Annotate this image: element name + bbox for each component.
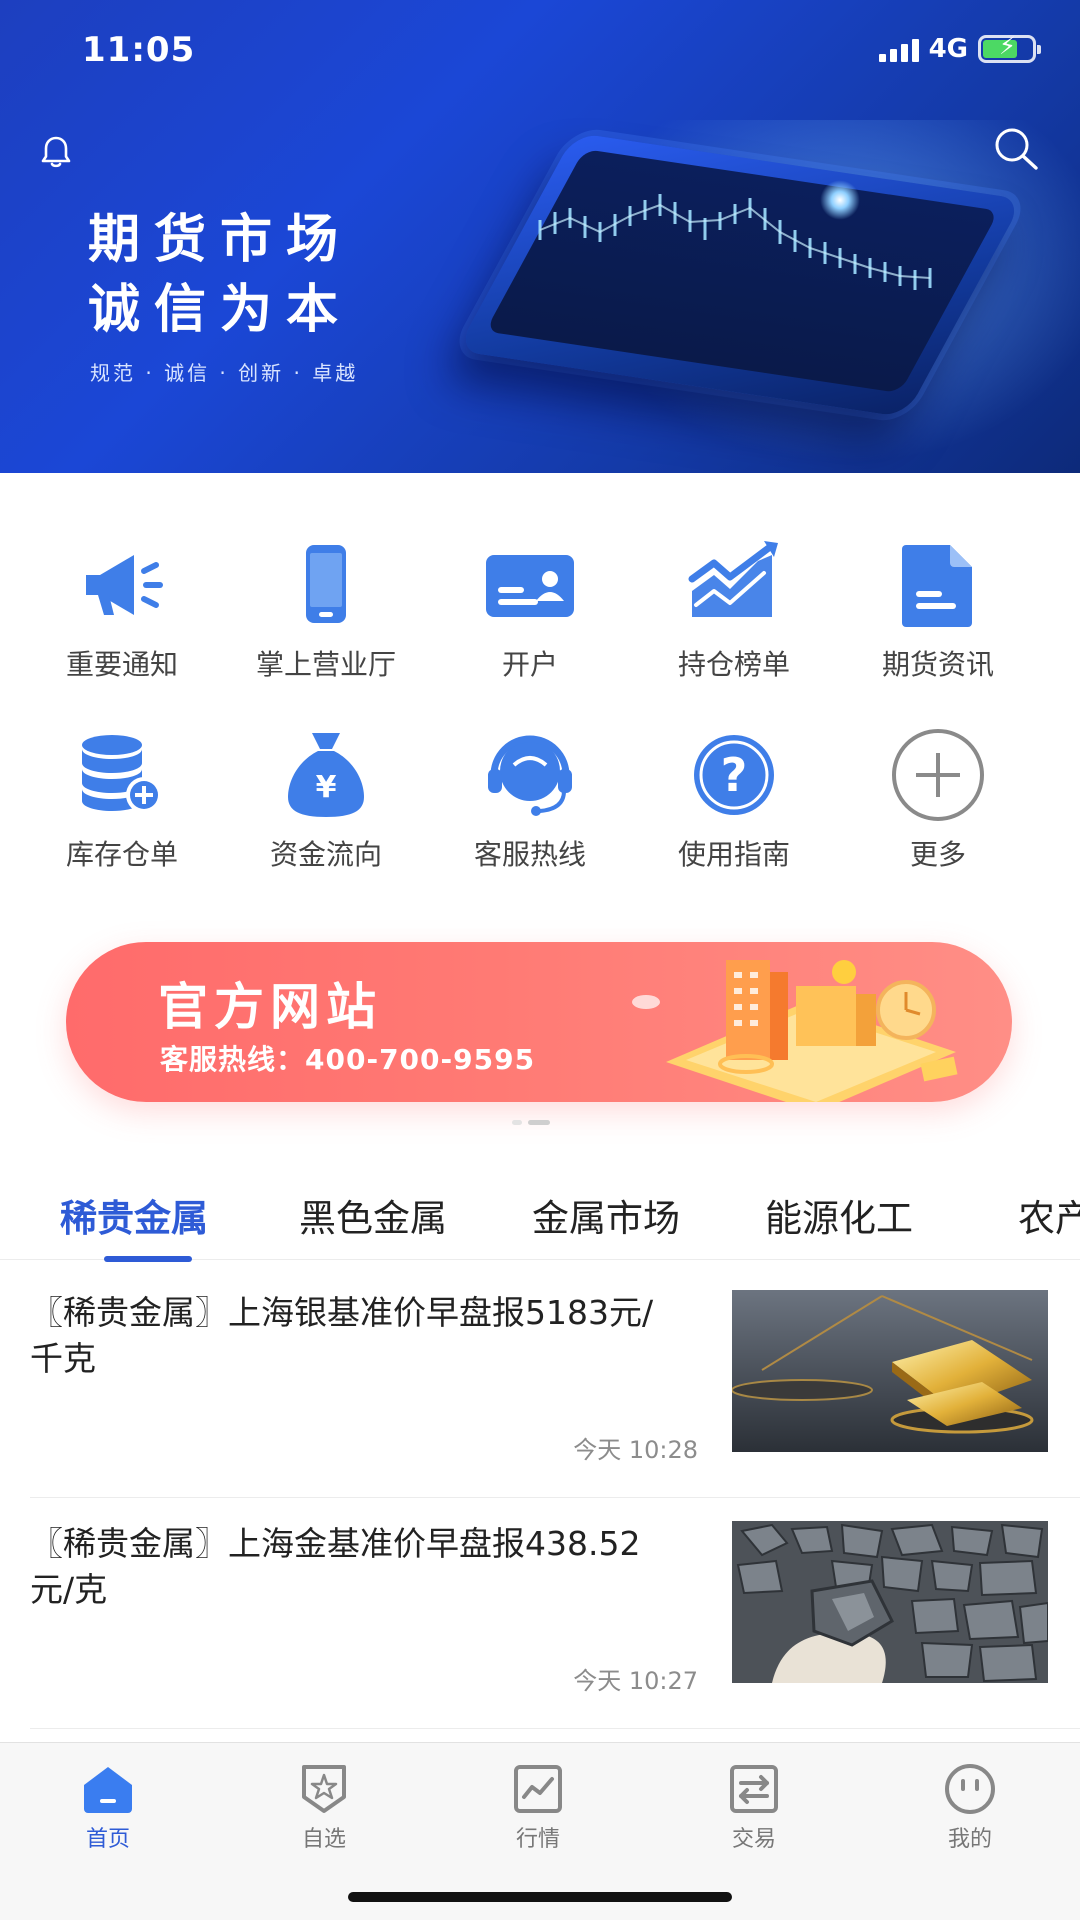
home-indicator[interactable] (348, 1892, 732, 1902)
star-shield-icon (302, 1765, 346, 1813)
plus-circle-icon (892, 729, 984, 821)
home-icon (84, 1767, 132, 1813)
nav-label: 我的 (947, 1827, 992, 1852)
nav-market[interactable]: 行情 (478, 1761, 598, 1853)
menu-fund-flow[interactable]: ¥ 资金流向 (224, 725, 428, 873)
menu-user-guide[interactable]: ? 使用指南 (632, 725, 836, 873)
menu-service-hotline[interactable]: 客服热线 (428, 725, 632, 873)
feature-row-1: 重要通知 掌上营业厅 开户 持仓榜单 期货资讯 (20, 535, 1060, 683)
ore-hand-image (732, 1521, 1048, 1683)
divider (30, 1728, 1080, 1729)
news-item[interactable]: 〖稀贵金属〗上海银基准价早盘报5183元/千克 今天 10:28 (0, 1268, 1080, 1498)
menu-label: 期货资讯 (881, 648, 994, 681)
nav-label: 交易 (731, 1827, 776, 1852)
menu-warehouse-receipt[interactable]: 库存仓单 (20, 725, 224, 873)
id-card-icon (486, 555, 574, 617)
phone-icon (306, 545, 346, 623)
megaphone-icon (86, 555, 163, 615)
profile-face-icon (945, 1764, 995, 1814)
status-time: 11:05 (82, 30, 196, 70)
feature-grid: 重要通知 掌上营业厅 开户 持仓榜单 期货资讯 库存仓单 ¥ 资金流向 客服热线… (20, 535, 1060, 873)
network-type: 4G (928, 34, 968, 64)
menu-label: 客服热线 (473, 838, 586, 871)
chart-line-icon (514, 1765, 562, 1813)
nav-label: 自选 (301, 1827, 346, 1852)
money-bag-icon: ¥ (288, 733, 364, 817)
hero-title-line1: 期货市场 (88, 210, 353, 270)
hero-banner[interactable]: 11:05 4G ⚡ 期货市场 诚信为本 规范 · 诚信 · 创新 · 卓越 (0, 0, 1080, 473)
banner-hotline: 客服热线：400-700-9595 (160, 1043, 536, 1076)
gold-scale-image (732, 1290, 1048, 1452)
database-add-icon (82, 735, 162, 813)
tab-agriculture[interactable]: 农产 (1018, 1188, 1080, 1242)
nav-trade[interactable]: 交易 (694, 1761, 814, 1853)
search-icon[interactable] (992, 126, 1042, 172)
city-illustration (632, 960, 958, 1102)
tab-energy-chemicals[interactable]: 能源化工 (765, 1188, 913, 1242)
category-tabs: 稀贵金属 黑色金属 金属市场 能源化工 农产 (0, 1170, 1080, 1262)
news-item[interactable]: 〖稀贵金属〗上海金基准价早盘报438.52元/克 今天 10:27 (0, 1499, 1080, 1729)
exchange-icon (730, 1765, 778, 1813)
menu-important-notice[interactable]: 重要通知 (20, 535, 224, 683)
news-time: 今天 10:27 (573, 1667, 698, 1695)
tab-ferrous-metals[interactable]: 黑色金属 (299, 1188, 447, 1242)
feature-row-2: 库存仓单 ¥ 资金流向 客服热线 ? 使用指南 更多 (20, 725, 1060, 873)
tab-metal-market[interactable]: 金属市场 (532, 1188, 680, 1242)
menu-label: 掌上营业厅 (255, 648, 396, 681)
tab-precious-metals[interactable]: 稀贵金属 (60, 1188, 208, 1242)
battery-icon: ⚡ (978, 34, 1041, 63)
hero-title-line2: 诚信为本 (88, 280, 353, 340)
menu-mobile-hall[interactable]: 掌上营业厅 (224, 535, 428, 683)
banner-title: 官方网站 (158, 978, 382, 1036)
news-title: 〖稀贵金属〗上海银基准价早盘报5183元/千克 (30, 1293, 654, 1378)
app-screen: 11:05 4G ⚡ 期货市场 诚信为本 规范 · 诚信 · 创新 · 卓越 重… (0, 0, 1080, 1920)
active-tab-indicator (104, 1256, 192, 1262)
news-time: 今天 10:28 (573, 1436, 698, 1464)
svg-text:¥: ¥ (316, 770, 337, 805)
bell-icon[interactable] (38, 134, 74, 170)
news-title: 〖稀贵金属〗上海金基准价早盘报438.52元/克 (30, 1524, 641, 1609)
signal-icon (878, 36, 919, 62)
menu-label: 资金流向 (269, 838, 382, 871)
menu-more[interactable]: 更多 (836, 725, 1040, 873)
menu-position-ranking[interactable]: 持仓榜单 (632, 535, 836, 683)
hero-title: 期货市场 诚信为本 (88, 205, 352, 345)
status-indicators: 4G ⚡ (878, 34, 1041, 64)
hero-subtitle: 规范 · 诚信 · 创新 · 卓越 (90, 361, 359, 385)
nav-label: 行情 (515, 1827, 560, 1852)
headset-icon (488, 735, 572, 816)
nav-label: 首页 (85, 1827, 130, 1852)
menu-open-account[interactable]: 开户 (428, 535, 632, 683)
menu-label: 重要通知 (65, 648, 178, 681)
hero-light-dot (820, 180, 860, 220)
menu-label: 开户 (501, 648, 558, 681)
menu-label: 持仓榜单 (677, 648, 790, 681)
menu-label: 库存仓单 (65, 838, 178, 871)
nav-watchlist[interactable]: 自选 (264, 1761, 384, 1853)
nav-mine[interactable]: 我的 (910, 1761, 1030, 1853)
hero-chart-illustration (538, 194, 932, 290)
trend-chart-icon (688, 541, 778, 617)
menu-label: 使用指南 (677, 838, 790, 871)
question-icon: ? (694, 735, 774, 815)
document-icon (902, 545, 972, 627)
svg-text:?: ? (721, 748, 748, 802)
banner-pagination (512, 1120, 550, 1125)
nav-home[interactable]: 首页 (48, 1761, 168, 1853)
menu-futures-news[interactable]: 期货资讯 (836, 535, 1040, 683)
divider (30, 1497, 1080, 1498)
official-website-banner[interactable]: 官方网站 客服热线：400-700-9595 (66, 942, 1012, 1102)
menu-label: 更多 (909, 838, 966, 871)
